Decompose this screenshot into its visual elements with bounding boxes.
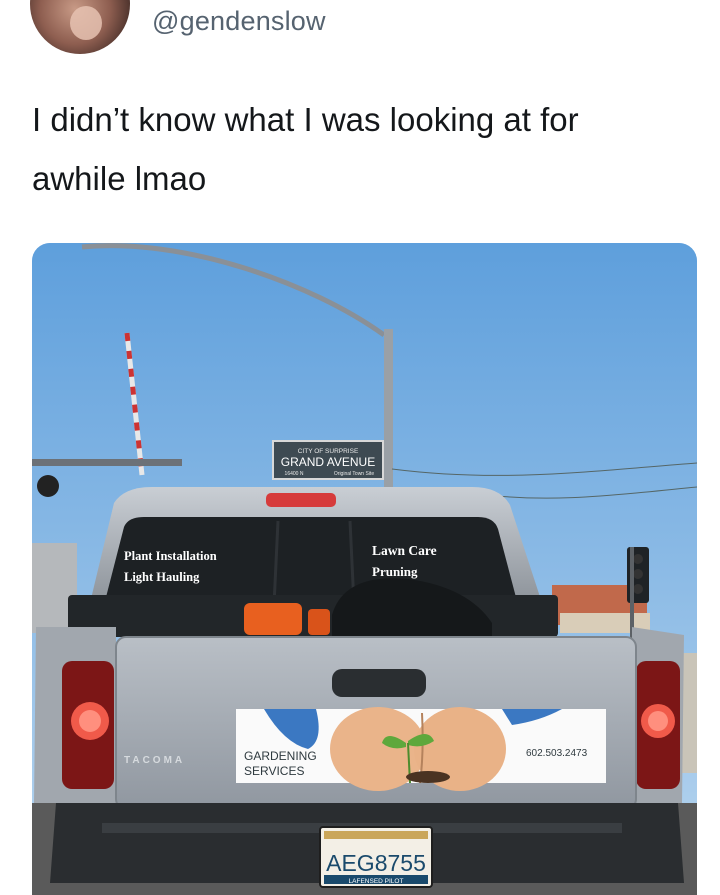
sign-street-name: GRAND AVENUE [281,455,375,469]
sign-number: 16400 N [285,471,304,477]
tailgate-ad: GARDENING SERVICES 602.503.2473 [236,707,606,791]
license-plate: AEG8755 LAFENSED PILOT [319,826,433,888]
post-header: @gendenslow [0,0,720,70]
plate-number: AEG8755 [326,850,426,876]
plate-bottom-text: LAFENSED PILOT [349,878,404,885]
post-text: I didn’t know what I was looking at for … [32,90,702,208]
tacoma-badge: TACOMA [124,755,185,766]
sign-subtitle: Original Town Site [334,471,374,477]
window-decal-right-item: Pruning [372,564,418,579]
tailgate-handle [332,669,426,697]
post-text-line: I didn’t know what I was looking at for [32,101,579,138]
signal-arm [32,459,182,466]
avatar[interactable] [30,0,130,54]
post-text-line: awhile lmao [32,160,207,197]
window-decal-right-item: Lawn Care [372,543,437,558]
sign-city: CITY OF SURPRISE [298,448,359,455]
street-light-pole [384,329,393,489]
ad-line-2: SERVICES [244,764,304,778]
ad-line-1: GARDENING [244,749,317,763]
truck-photo-illustration: CITY OF SURPRISE GRAND AVENUE 16400 N Or… [32,243,697,895]
third-brake-light [266,493,336,507]
window-decal-left-item: Plant Installation [124,549,217,563]
traffic-signal-left [37,475,59,497]
street-sign: CITY OF SURPRISE GRAND AVENUE 16400 N Or… [272,440,384,480]
window-decal-left-item: Light Hauling [124,570,200,584]
username-handle[interactable]: @gendenslow [152,6,326,37]
ad-phone: 602.503.2473 [526,748,588,759]
orange-tool [244,603,302,635]
post-photo[interactable]: CITY OF SURPRISE GRAND AVENUE 16400 N Or… [32,243,697,895]
